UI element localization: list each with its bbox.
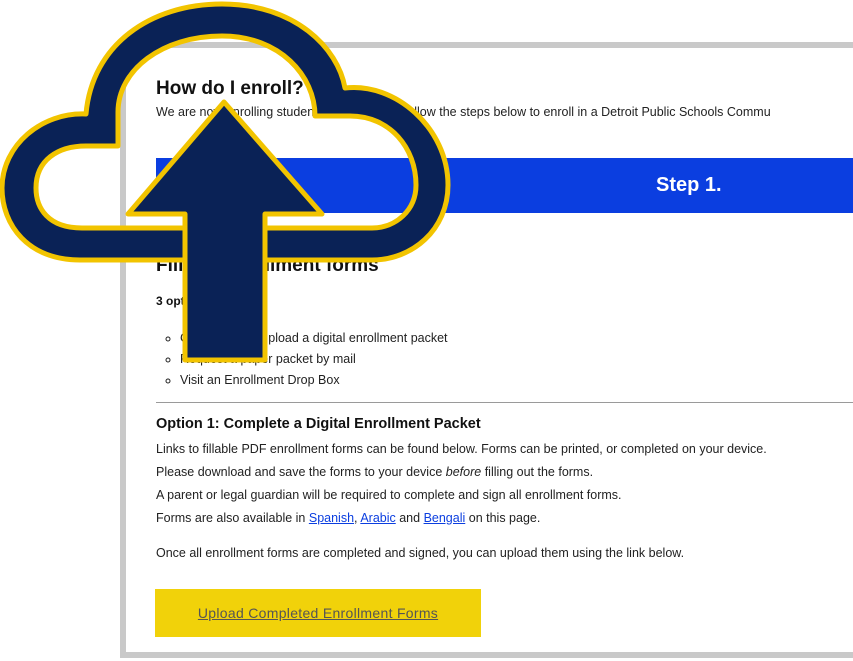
option-list-item: Request a paper packet by mail [180,349,448,370]
forms-info-line: Links to fillable PDF enrollment forms c… [156,442,767,456]
upload-forms-button-label: Upload Completed Enrollment Forms [197,605,439,621]
save-forms-text-end: filling out the forms. [481,465,594,479]
step-label: Step 1. [656,174,722,196]
section-heading: Fill out enrollment forms [156,255,379,276]
upload-forms-button[interactable]: Upload Completed Enrollment Forms [155,589,481,637]
screenshot-stage: How do I enroll? We are now enrolling st… [0,0,853,661]
languages-line: Forms are also available in Spanish, Ara… [156,511,540,525]
spanish-link[interactable]: Spanish [309,511,354,525]
option-list-item: Visit an Enrollment Drop Box [180,370,448,391]
languages-and: and [395,511,424,525]
arabic-link[interactable]: Arabic [360,511,395,525]
option-list: Complete and upload a digital enrollment… [156,328,448,391]
languages-suffix: on this page. [465,511,541,525]
step-banner: Step 1. [156,158,853,213]
enrollment-page-panel: How do I enroll? We are now enrolling st… [120,42,853,658]
upload-instructions: Once all enrollment forms are completed … [156,546,685,560]
option-list-item: Complete and upload a digital enrollment… [180,328,448,349]
languages-prefix: Forms are also available in [156,511,309,525]
save-forms-text: Please download and save the forms to yo… [156,465,446,479]
section-divider [156,402,853,403]
option1-heading: Option 1: Complete a Digital Enrollment … [156,416,481,432]
page-title: How do I enroll? [156,78,304,99]
bengali-link[interactable]: Bengali [424,511,466,525]
save-forms-line: Please download and save the forms to yo… [156,465,593,479]
guardian-line: A parent or legal guardian will be requi… [156,488,622,502]
intro-text: We are now enrolling students for fall 2… [156,105,771,119]
options-available-text: 3 options available! [156,294,268,308]
save-forms-emphasis: before [445,465,482,479]
